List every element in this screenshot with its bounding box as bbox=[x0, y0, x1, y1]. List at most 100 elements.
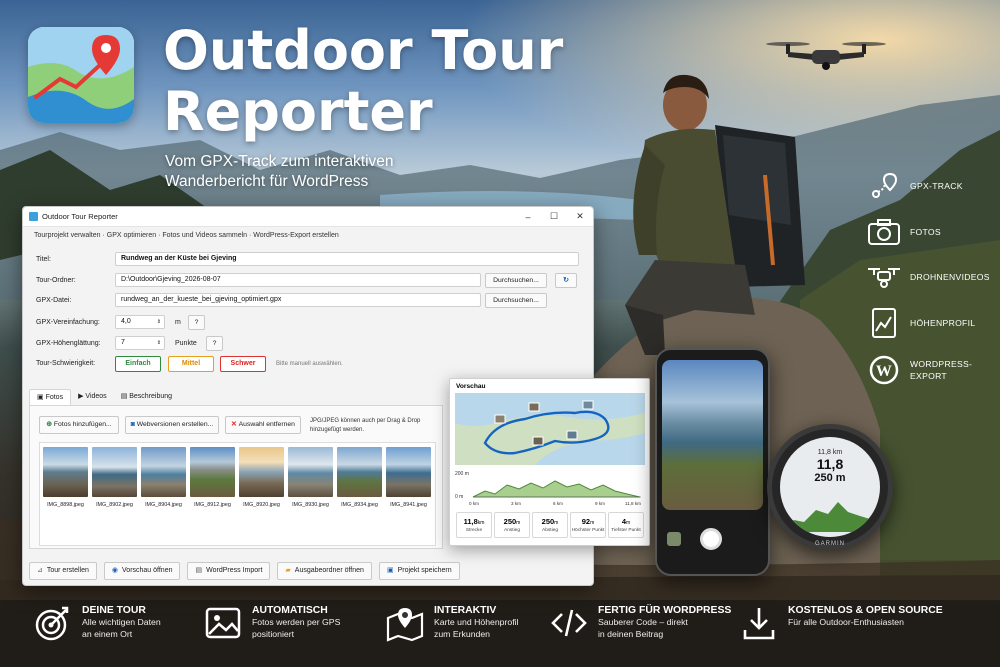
photo-thumbnail[interactable]: IMG_8898.jpeg bbox=[43, 447, 88, 541]
tab-description[interactable]: ▤ Beschreibung bbox=[114, 389, 179, 405]
app-logo bbox=[28, 27, 134, 123]
web-versions-button[interactable]: ◙ Webversionen erstellen... bbox=[125, 416, 219, 434]
remove-selection-button[interactable]: ✕ Auswahl entfernen bbox=[225, 416, 301, 434]
simplify-help-button[interactable]: ? bbox=[188, 315, 205, 330]
photo-thumbnail[interactable]: IMG_8930.jpeg bbox=[288, 447, 333, 541]
refresh-icon[interactable]: ↻ bbox=[555, 273, 577, 288]
window-titlebar[interactable]: Outdoor Tour Reporter – ☐ ✕ bbox=[23, 207, 593, 227]
benefit-automatic: AUTOMATISCH Fotos werden per GPS positioni… bbox=[204, 604, 340, 642]
difficulty-medium-button[interactable]: Mittel bbox=[168, 356, 214, 372]
document-icon: ▤ bbox=[195, 567, 203, 574]
simplify-label: GPX-Vereinfachung: bbox=[36, 319, 100, 326]
x-tick: 6 km bbox=[553, 501, 563, 506]
gallery-thumb-icon[interactable] bbox=[667, 532, 681, 546]
browse-gpx-button[interactable]: Durchsuchen... bbox=[485, 293, 547, 308]
smooth-label: GPX-Höhenglättung: bbox=[36, 340, 101, 347]
difficulty-hard-button[interactable]: Schwer bbox=[220, 356, 266, 372]
watch-line-2: 11,8 bbox=[816, 456, 844, 472]
y-tick: 0 m bbox=[455, 494, 463, 500]
smooth-help-button[interactable]: ? bbox=[206, 336, 223, 351]
close-icon[interactable]: ✕ bbox=[567, 211, 593, 222]
feature-elevation-profile: HÖHENPROFIL bbox=[866, 307, 975, 339]
hiker-figure bbox=[625, 74, 805, 355]
picture-icon bbox=[205, 607, 241, 639]
benefit-free-open-source: KOSTENLOS & OPEN SOURCE Für alle Outdoor-… bbox=[740, 604, 943, 642]
route-map[interactable] bbox=[455, 393, 645, 465]
x-tick: 9 km bbox=[595, 501, 605, 506]
target-icon bbox=[35, 606, 69, 641]
folder-icon: ▰ bbox=[285, 567, 291, 574]
app-icon bbox=[29, 212, 38, 221]
page-subtitle: Vom GPX-Track zum interaktiven Wanderber… bbox=[165, 153, 394, 190]
photo-thumbnail[interactable]: IMG_8920.jpeg bbox=[239, 447, 284, 541]
elevation-chart-icon bbox=[872, 308, 896, 338]
gpx-input[interactable]: rundweg_an_der_kueste_bei_gjeving_optimi… bbox=[115, 293, 481, 307]
window-title: Outdoor Tour Reporter bbox=[42, 212, 118, 221]
wordpress-import-button[interactable]: ▤ WordPress Import bbox=[187, 562, 271, 580]
drone-icon bbox=[868, 268, 900, 288]
feature-wordpress-export: W WORDPRESS- EXPORT bbox=[866, 354, 972, 386]
gps-watch-device: 11,8 km 11,8 250 m GARMIN bbox=[767, 424, 893, 550]
browse-folder-button[interactable]: Durchsuchen... bbox=[485, 273, 547, 288]
camera-icon bbox=[868, 219, 900, 245]
stepper-arrows-icon[interactable]: ⇕ bbox=[157, 337, 161, 349]
download-icon bbox=[743, 608, 775, 640]
tab-photos[interactable]: ▣ Fotos bbox=[29, 389, 72, 405]
stat-highest: 92m Höchster Punkt bbox=[570, 512, 606, 538]
photo-thumbnails: IMG_8898.jpeg IMG_8902.jpeg IMG_8904.jpe… bbox=[39, 442, 436, 546]
save-project-button[interactable]: ▣ Projekt speichern bbox=[378, 562, 460, 580]
camera-shutter-icon[interactable] bbox=[700, 528, 722, 550]
difficulty-easy-button[interactable]: Einfach bbox=[115, 356, 161, 372]
map-logo-icon bbox=[28, 27, 134, 123]
stat-ascent: 250m Anstieg bbox=[494, 512, 530, 538]
watch-line-3: 250 m bbox=[814, 472, 846, 484]
feature-drone-videos: DROHNENVIDEOS bbox=[866, 261, 990, 293]
open-output-folder-button[interactable]: ▰ Ausgabeordner öffnen bbox=[277, 562, 372, 580]
title-label: Titel: bbox=[36, 256, 51, 263]
map-pin-icon bbox=[386, 608, 424, 642]
photo-thumbnail[interactable]: IMG_8941.jpeg bbox=[386, 447, 431, 541]
elevation-profile[interactable]: 200 m 0 m 0 km 3 km 6 km 9 km 11,8 km bbox=[455, 467, 645, 509]
chart-icon: ⊿ bbox=[37, 567, 43, 574]
code-icon bbox=[551, 609, 587, 637]
create-tour-button[interactable]: ⊿ Tour erstellen bbox=[29, 562, 97, 580]
x-tick: 11,8 km bbox=[625, 501, 641, 506]
open-preview-button[interactable]: ◉ Vorschau öffnen bbox=[103, 562, 181, 580]
action-bar: ⊿ Tour erstellen ◉ Vorschau öffnen ▤ WordPr… bbox=[29, 562, 460, 580]
svg-text:W: W bbox=[876, 363, 892, 380]
page-title: Outdoor Tour Reporter bbox=[163, 19, 564, 143]
stat-descent: 250m Abstieg bbox=[532, 512, 568, 538]
photo-thumbnail[interactable]: IMG_8934.jpeg bbox=[337, 447, 382, 541]
maximize-icon[interactable]: ☐ bbox=[541, 211, 567, 222]
plus-icon: ⊕ bbox=[46, 421, 54, 428]
photo-thumbnail[interactable]: IMG_8902.jpeg bbox=[92, 447, 137, 541]
benefit-interactive: INTERAKTIV Karte und Höhenprofil zum Erkun… bbox=[386, 604, 519, 642]
feature-photos: FOTOS bbox=[866, 216, 941, 248]
simplify-unit: m bbox=[175, 319, 181, 326]
simplify-stepper[interactable]: 4,0 ⇕ bbox=[115, 315, 165, 329]
wordpress-icon: W bbox=[869, 355, 899, 385]
stepper-arrows-icon[interactable]: ⇕ bbox=[157, 316, 161, 328]
phone-screen bbox=[662, 360, 763, 510]
difficulty-hint: Bitte manuell auswählen. bbox=[276, 361, 343, 367]
add-photos-button[interactable]: ⊕ Fotos hinzufügen... bbox=[39, 416, 119, 434]
tab-videos[interactable]: ▶ Videos bbox=[71, 389, 114, 405]
stat-lowest: 4m Tiefster Punkt bbox=[608, 512, 644, 538]
photo-thumbnail[interactable]: IMG_8912.jpeg bbox=[190, 447, 235, 541]
route-icon bbox=[872, 172, 898, 198]
image-icon: ▣ bbox=[37, 394, 46, 401]
title-input[interactable]: Rundweg an der Küste bei Gjeving bbox=[115, 252, 579, 266]
smartphone-device bbox=[655, 348, 770, 576]
document-icon: ▤ bbox=[120, 393, 130, 400]
save-icon: ▣ bbox=[386, 567, 394, 574]
smooth-stepper[interactable]: 7 ⇕ bbox=[115, 336, 165, 350]
folder-label: Tour-Ordner: bbox=[36, 277, 76, 284]
stat-distance: 11,8km Strecke bbox=[456, 512, 492, 538]
media-tabs: ▣ Fotos ▶ Videos ▤ Beschreibung bbox=[29, 389, 179, 405]
watch-brand: GARMIN bbox=[815, 541, 845, 547]
folder-input[interactable]: D:\Outdoor\Gjeving_2026-08-07 bbox=[115, 273, 481, 287]
x-tick: 3 km bbox=[511, 501, 521, 506]
watch-line-1: 11,8 km bbox=[817, 449, 843, 456]
photo-thumbnail[interactable]: IMG_8904.jpeg bbox=[141, 447, 186, 541]
minimize-icon[interactable]: – bbox=[515, 212, 541, 222]
